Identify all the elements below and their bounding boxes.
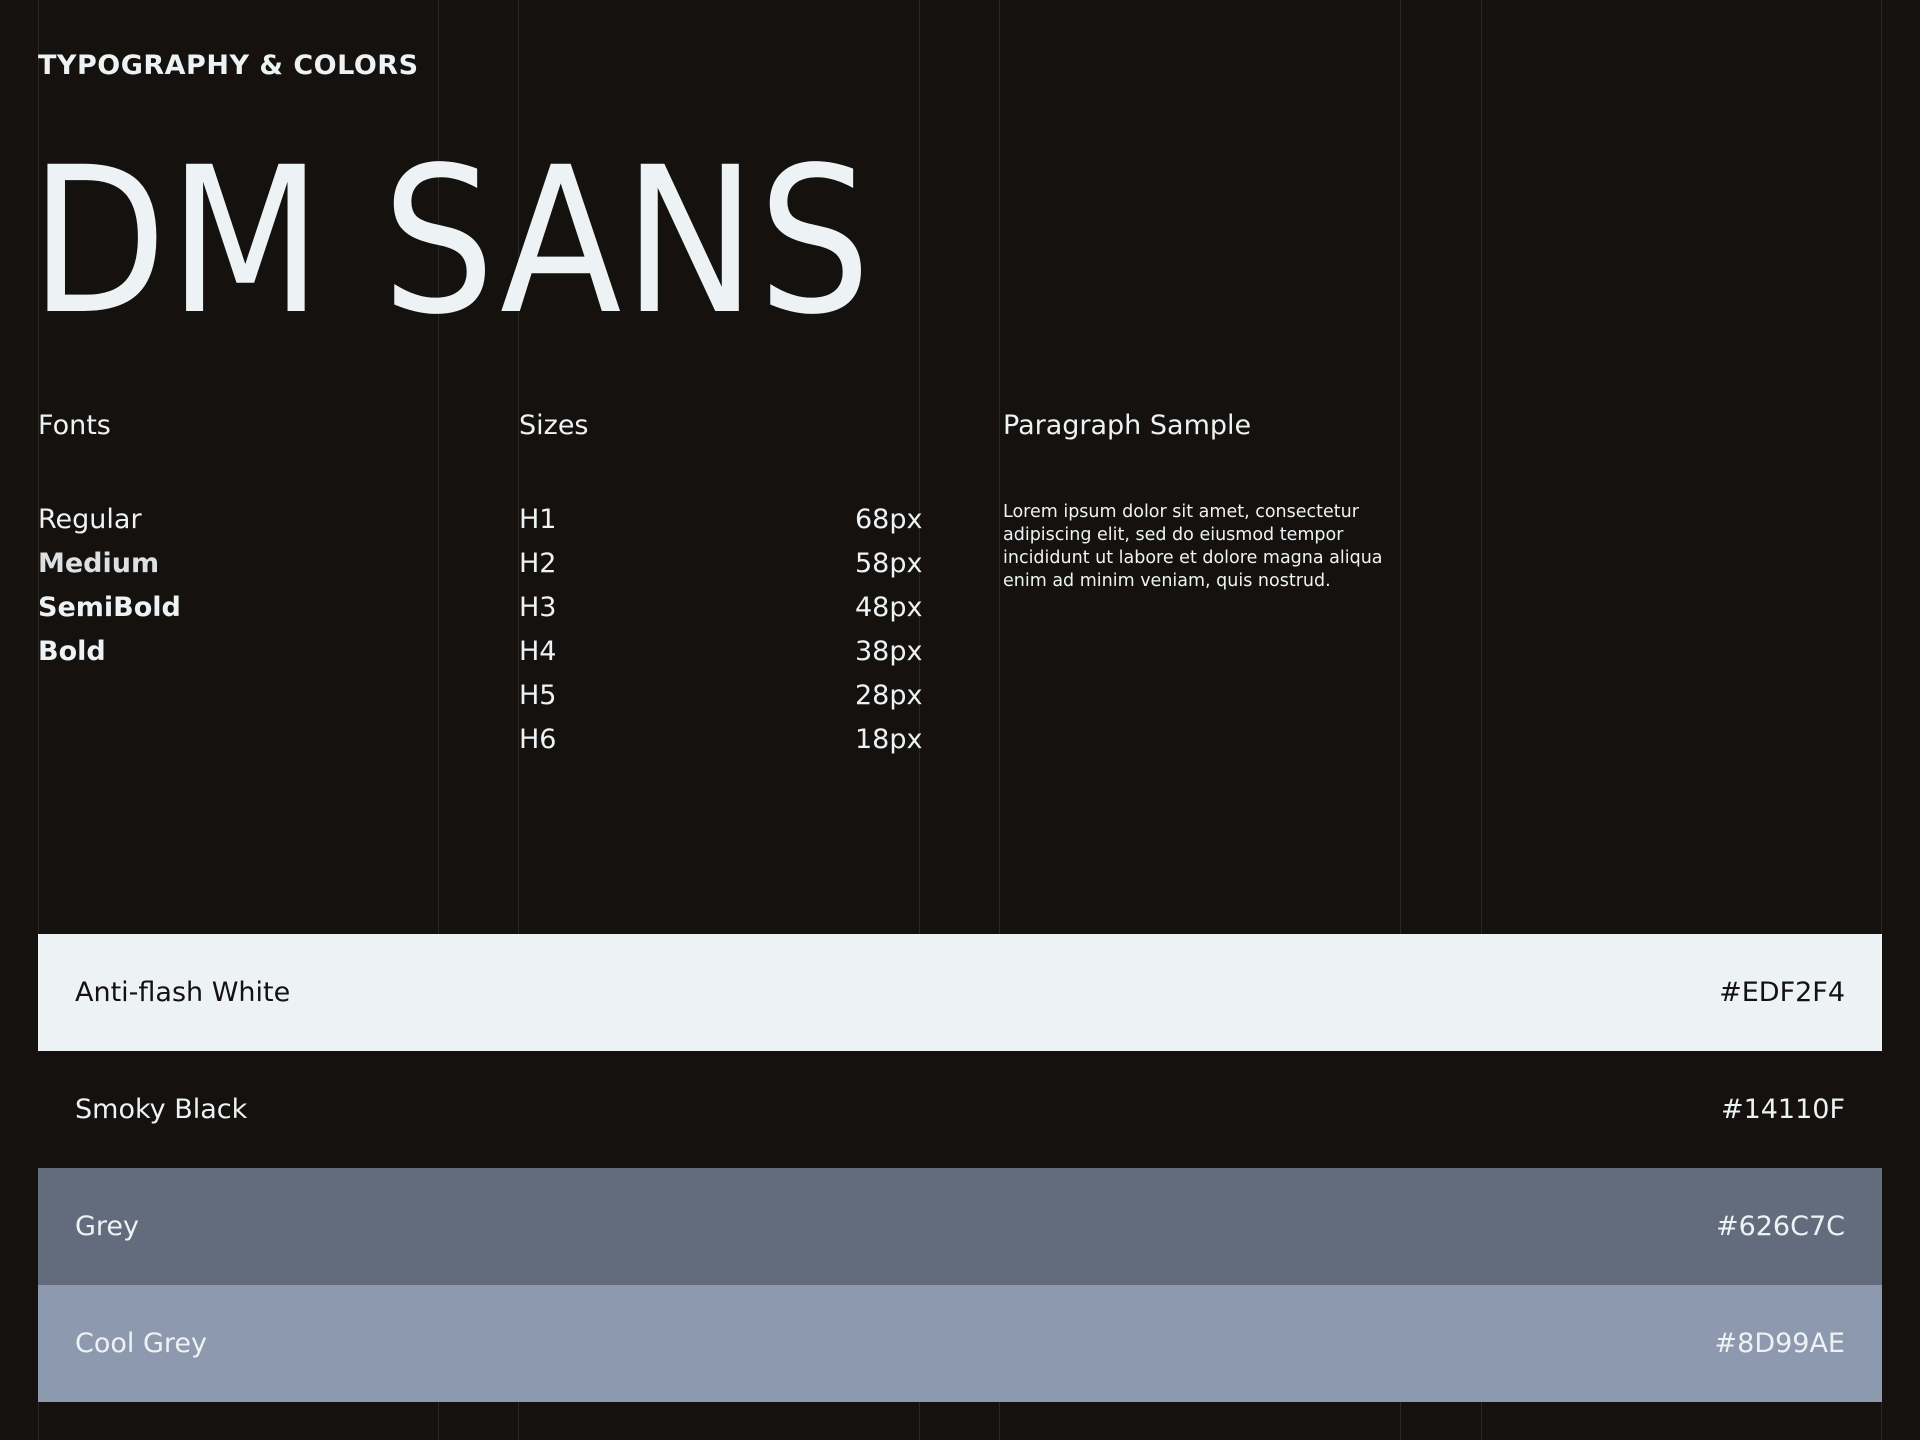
size-label: H4 — [519, 636, 557, 667]
size-value: 48px — [855, 592, 923, 623]
size-value: 68px — [855, 504, 923, 535]
size-row: H6 18px — [519, 722, 923, 766]
font-weight-regular: Regular — [38, 504, 142, 535]
size-value: 58px — [855, 548, 923, 579]
size-row: H4 38px — [519, 634, 923, 678]
fonts-heading: Fonts — [38, 410, 111, 441]
size-label: H5 — [519, 680, 557, 711]
size-row: H2 58px — [519, 546, 923, 590]
font-weight-semibold: SemiBold — [38, 592, 181, 623]
font-weight-bold: Bold — [38, 636, 106, 667]
color-hex: #8D99AE — [1714, 1328, 1845, 1359]
size-value: 38px — [855, 636, 923, 667]
paragraph-sample-heading: Paragraph Sample — [1003, 410, 1252, 441]
color-swatch: Grey #626C7C — [38, 1168, 1882, 1285]
font-weight-medium: Medium — [38, 548, 160, 579]
size-label: H1 — [519, 504, 557, 535]
color-swatch: Cool Grey #8D99AE — [38, 1285, 1882, 1402]
font-weight-list: Regular Medium SemiBold Bold — [38, 502, 181, 678]
size-value: 18px — [855, 724, 923, 755]
color-hex: #EDF2F4 — [1719, 977, 1845, 1008]
color-hex: #14110F — [1720, 1094, 1845, 1125]
color-swatch: Smoky Black #14110F — [38, 1051, 1882, 1168]
size-label: H6 — [519, 724, 557, 755]
paragraph-sample-text: Lorem ipsum dolor sit amet, consectetur … — [1003, 502, 1383, 591]
size-list: H1 68px H2 58px H3 48px H4 38px H5 28px … — [519, 502, 923, 766]
color-name: Anti-flash White — [75, 977, 291, 1008]
size-value: 28px — [855, 680, 923, 711]
sizes-heading: Sizes — [519, 410, 589, 441]
color-swatch: Anti-flash White #EDF2F4 — [38, 934, 1882, 1051]
size-row: H3 48px — [519, 590, 923, 634]
size-label: H2 — [519, 548, 557, 579]
font-name-display: DM SANS — [30, 123, 873, 359]
color-name: Cool Grey — [75, 1328, 207, 1359]
size-row: H1 68px — [519, 502, 923, 546]
color-hex: #626C7C — [1715, 1211, 1845, 1242]
size-label: H3 — [519, 592, 557, 623]
color-name: Grey — [75, 1211, 140, 1242]
section-label: TYPOGRAPHY & COLORS — [38, 50, 419, 81]
size-row: H5 28px — [519, 678, 923, 722]
style-guide-page: TYPOGRAPHY & COLORS DM SANS Fonts Regula… — [0, 0, 1920, 1440]
color-swatch-list: Anti-flash White #EDF2F4 Smoky Black #14… — [38, 934, 1882, 1402]
color-name: Smoky Black — [75, 1094, 248, 1125]
